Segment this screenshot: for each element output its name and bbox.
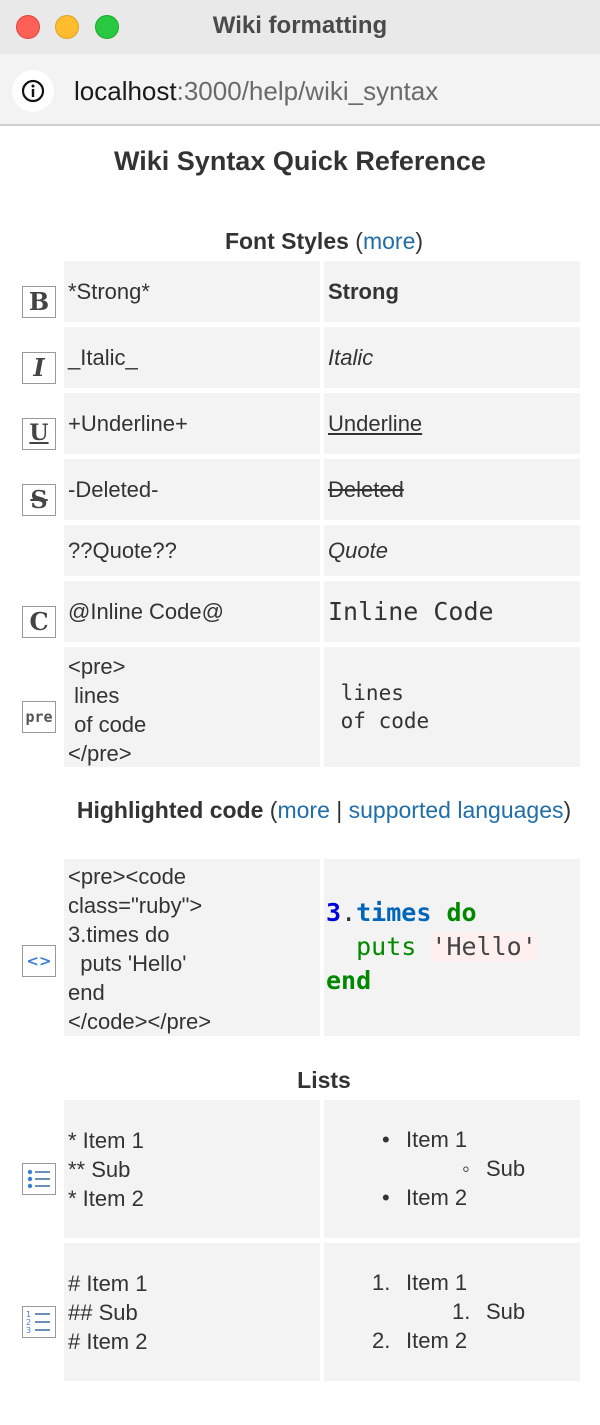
syntax-cell-quote: ??Quote?? xyxy=(64,525,320,576)
syntax-cell-strong: *Strong* xyxy=(64,261,320,322)
code-icon: C xyxy=(22,606,56,638)
code-keyword-do: do xyxy=(446,898,477,927)
code-method: times xyxy=(356,898,432,927)
code-puts: puts xyxy=(356,932,417,961)
syntax-cell-highlight: <pre><code class="ruby"> 3.times do puts… xyxy=(64,859,320,1036)
result-cell-underline: Underline xyxy=(324,393,580,454)
list-marker: 1. xyxy=(452,1299,471,1324)
code-number: 3 xyxy=(326,898,342,927)
italic-icon: I xyxy=(22,352,56,384)
list-item: Item 1 xyxy=(406,1270,468,1295)
bullet-list-icon xyxy=(22,1163,56,1195)
section-heading-highlighted-code: Highlighted code (more | supported langu… xyxy=(60,796,588,825)
url-host: localhost xyxy=(74,76,177,106)
numbered-list-svg: 1 2 3 xyxy=(26,1310,50,1335)
result-cell-strong: Strong xyxy=(324,261,580,322)
font-styles-more-link[interactable]: more xyxy=(363,228,415,254)
syntax-cell-pre: <pre> lines of code </pre> xyxy=(64,647,320,767)
code-dot: . xyxy=(341,898,357,927)
syntax-cell-italic: _Italic_ xyxy=(64,327,320,388)
list-item: Item 2 xyxy=(406,1185,468,1210)
result-cell-quote: Quote xyxy=(324,525,580,576)
list-item: Sub xyxy=(486,1299,526,1324)
result-cell-deleted: Deleted xyxy=(324,459,580,520)
numbered-list-icon: 1 2 3 xyxy=(22,1306,56,1338)
url-path: :3000/help/wiki_syntax xyxy=(176,76,439,106)
bullet-list-svg xyxy=(27,1169,50,1189)
window-title: Wiki formatting xyxy=(212,12,388,39)
link-separator: | xyxy=(329,797,349,823)
paren-open: ( xyxy=(263,797,278,823)
paren-close: ) xyxy=(415,228,424,254)
page-title: Wiki Syntax Quick Reference xyxy=(114,146,486,176)
list-marker: ◦ xyxy=(462,1156,470,1181)
section-title: Highlighted code xyxy=(76,797,264,823)
deleted-result-text: Deleted xyxy=(328,476,404,502)
site-info-icon[interactable] xyxy=(12,70,54,112)
list-item: Sub xyxy=(486,1156,526,1181)
list-marker: • xyxy=(382,1127,390,1152)
underline-glyph: U xyxy=(29,420,49,446)
code-brackets-icon: <> xyxy=(22,945,56,977)
syntax-cell-numbered-list: # Item 1 ## Sub # Item 2 xyxy=(64,1243,320,1381)
syntax-cell-underline: +Underline+ xyxy=(64,393,320,454)
result-cell-bullet-list: • Item 1 ◦ Sub • Item 2 xyxy=(324,1100,580,1238)
pre-icon: pre xyxy=(22,701,56,733)
svg-text:3: 3 xyxy=(26,1326,31,1335)
result-cell-italic: Italic xyxy=(324,327,580,388)
bold-icon: B xyxy=(22,286,56,318)
list-marker: 2. xyxy=(372,1328,391,1353)
pre-glyph: pre xyxy=(25,708,53,726)
highlighted-more-link[interactable]: more xyxy=(277,797,329,823)
result-cell-numbered-list: 1. Item 1 1. Sub 2. Item 2 xyxy=(324,1243,580,1381)
list-item: Item 1 xyxy=(406,1127,468,1152)
section-title: Font Styles xyxy=(224,228,349,254)
paren-open: ( xyxy=(348,228,363,254)
code-keyword-end: end xyxy=(326,966,372,995)
section-heading-font-styles: Font Styles (more) xyxy=(60,227,588,256)
list-marker: 1. xyxy=(372,1270,391,1295)
strike-glyph: S xyxy=(30,485,48,514)
syntax-cell-inline-code: @Inline Code@ xyxy=(64,581,320,642)
italic-glyph: I xyxy=(33,353,45,382)
section-heading-lists: Lists xyxy=(60,1066,588,1095)
brackets-glyph: <> xyxy=(26,952,52,970)
list-item: Item 2 xyxy=(406,1328,468,1353)
bold-glyph: B xyxy=(28,287,50,316)
result-cell-inline-code: Inline Code xyxy=(324,581,580,642)
paren-close: ) xyxy=(563,797,572,823)
underline-result-text: Underline xyxy=(328,410,423,436)
code-glyph: C xyxy=(29,607,49,636)
code-string: 'Hello' xyxy=(431,932,537,961)
supported-languages-link[interactable]: supported languages xyxy=(349,797,564,823)
syntax-cell-bullet-list: * Item 1 ** Sub * Item 2 xyxy=(64,1100,320,1238)
url-text[interactable]: localhost:3000/help/wiki_syntax xyxy=(74,76,438,107)
syntax-cell-deleted: -Deleted- xyxy=(64,459,320,520)
window-titlebar: Wiki formatting xyxy=(0,0,600,54)
result-cell-pre: lines of code xyxy=(324,647,580,767)
section-title: Lists xyxy=(297,1067,351,1093)
strikethrough-icon: S xyxy=(22,484,56,516)
result-cell-highlight: 3.times do puts 'Hello' end xyxy=(324,859,580,1036)
underline-icon: U xyxy=(22,418,56,450)
list-marker: • xyxy=(382,1185,390,1210)
